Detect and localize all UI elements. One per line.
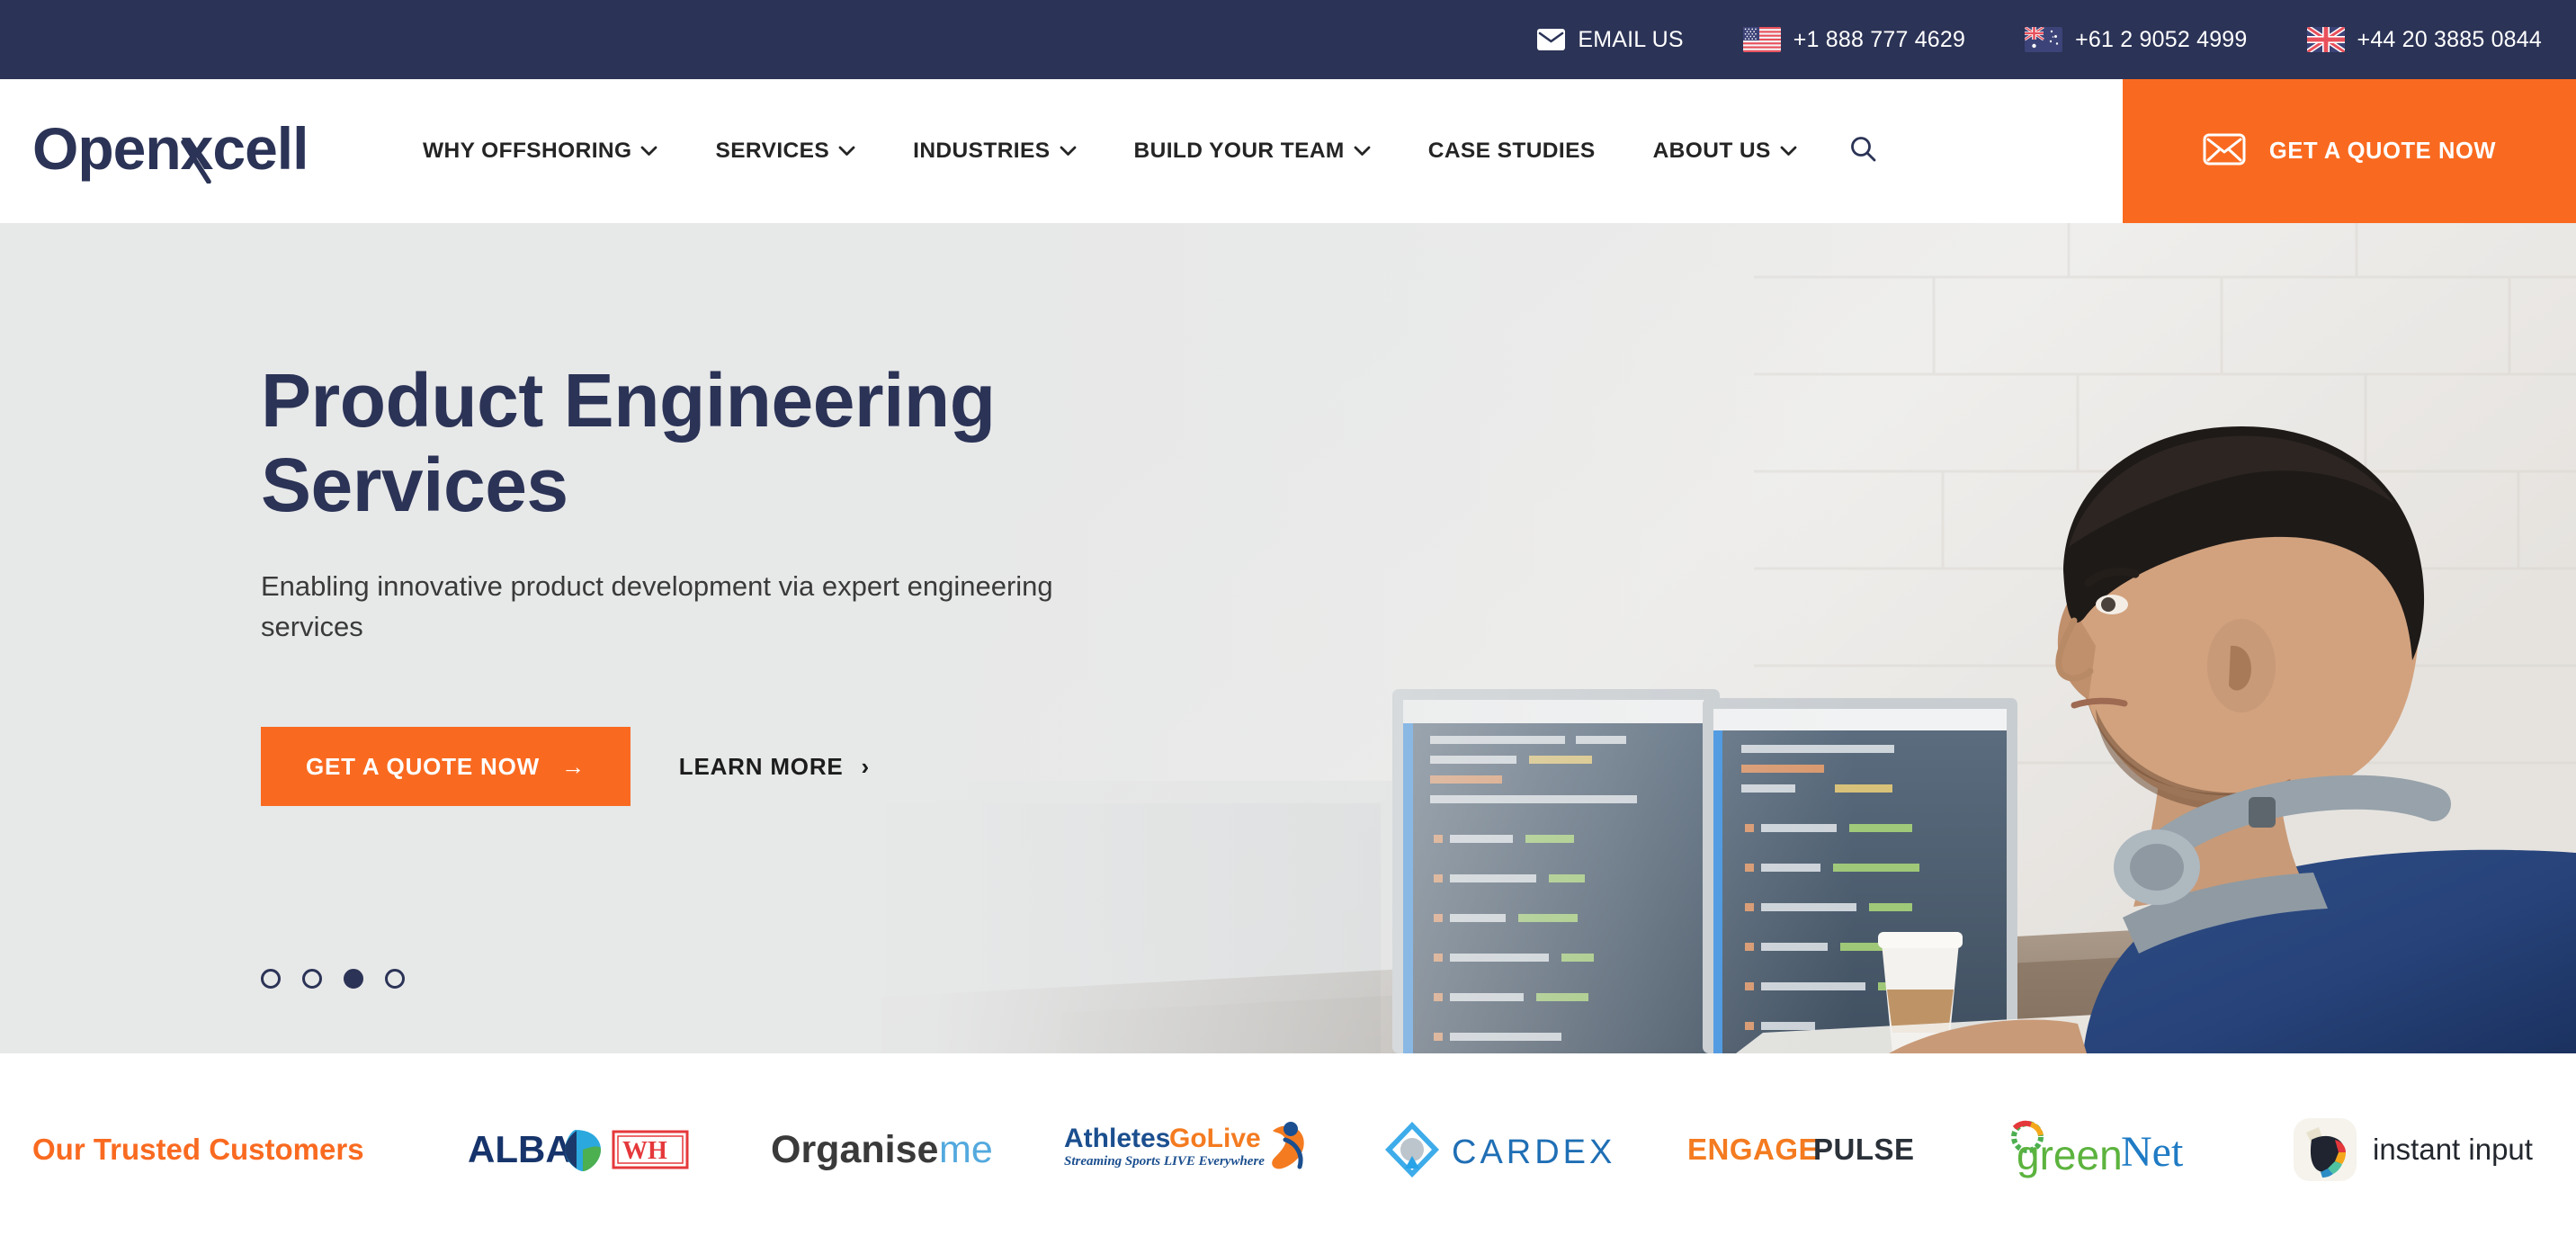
customer-logo-cardex[interactable]: CARDEX	[1348, 1096, 1655, 1204]
slider-dot-1[interactable]	[261, 969, 281, 989]
svg-text:me: me	[939, 1128, 993, 1171]
search-icon	[1849, 135, 1877, 167]
nav-label-why-offshoring: WHY OFFSHORING	[423, 139, 632, 163]
chevron-down-icon	[1060, 146, 1077, 157]
hero-content: Product Engineering Services Enabling in…	[0, 223, 2576, 807]
svg-text:ENGAGE: ENGAGE	[1687, 1133, 1819, 1166]
customer-logo-greennet[interactable]: green Net	[1962, 1096, 2268, 1204]
flag-au-icon	[2025, 27, 2063, 52]
customer-logo-athletesgolive[interactable]: Athletes GoLive Streaming Sports LIVE Ev…	[1041, 1096, 1347, 1204]
svg-text:green: green	[2017, 1132, 2123, 1178]
svg-text:WH: WH	[622, 1137, 667, 1165]
chevron-down-icon	[640, 146, 657, 157]
svg-text:CARDEX: CARDEX	[1452, 1133, 1615, 1171]
svg-text:Streaming Sports LIVE Everywhe: Streaming Sports LIVE Everywhere	[1064, 1154, 1265, 1169]
hero-learn-more-button[interactable]: LEARN MORE ›	[657, 727, 891, 806]
flag-uk-icon	[2306, 27, 2345, 52]
arrow-right-icon: →	[560, 752, 586, 780]
hero-subtitle: Enabling innovative product development …	[261, 570, 1053, 643]
header-cta-label: GET A QUOTE NOW	[2268, 138, 2497, 164]
search-button[interactable]	[1826, 135, 1901, 167]
envelope-icon	[1537, 29, 1566, 50]
top-contact-bar: EMAIL US +1 888 777 4629 +61 2 9052 4999…	[0, 0, 2576, 79]
hero-title-line-1: Product Engineering	[261, 358, 996, 443]
svg-text:Openxcell: Openxcell	[32, 119, 308, 182]
topbar-label-phone-us: +1 888 777 4629	[1793, 26, 1966, 52]
svg-text:instant input: instant input	[2373, 1133, 2533, 1166]
trusted-customers-strip: Our Trusted Customers ALBA WH Organise m…	[0, 1053, 2576, 1245]
nav-label-about-us: ABOUT US	[1652, 139, 1771, 163]
hero-primary-cta-label: GET A QUOTE NOW	[306, 752, 540, 780]
hero-get-a-quote-button[interactable]: GET A QUOTE NOW →	[261, 727, 631, 807]
topbar-item-phone-us[interactable]: +1 888 777 4629	[1742, 26, 1966, 52]
chevron-right-icon: ›	[861, 752, 871, 780]
nav-item-industries[interactable]: INDUSTRIES	[884, 139, 1105, 164]
chevron-down-icon	[1780, 146, 1797, 157]
nav-item-about-us[interactable]: ABOUT US	[1624, 139, 1826, 164]
hero-title-line-2: Services	[261, 443, 568, 528]
page-title: Product Engineering Services	[261, 358, 1178, 527]
main-navigation: WHY OFFSHORING SERVICES INDUSTRIES BUILD…	[347, 79, 2123, 223]
nav-item-why-offshoring[interactable]: WHY OFFSHORING	[394, 139, 686, 164]
topbar-item-phone-uk[interactable]: +44 20 3885 0844	[2306, 26, 2542, 52]
topbar-item-email-us[interactable]: EMAIL US	[1537, 26, 1684, 52]
hero-slider: Product Engineering Services Enabling in…	[0, 223, 2576, 1053]
customer-logo-alba[interactable]: ALBA WH	[427, 1096, 734, 1204]
customer-logo-engagepulse[interactable]: ENGAGE PULSE	[1655, 1096, 1962, 1204]
nav-label-case-studies: CASE STUDIES	[1427, 139, 1596, 163]
topbar-item-phone-au[interactable]: +61 2 9052 4999	[2025, 27, 2247, 52]
customer-logo-organiseme[interactable]: Organise me	[734, 1096, 1041, 1204]
header-get-a-quote-button[interactable]: GET A QUOTE NOW	[2123, 79, 2576, 223]
flag-us-icon	[1742, 27, 1781, 52]
site-logo[interactable]: Openxcell	[0, 79, 347, 223]
slider-dot-4[interactable]	[385, 969, 405, 989]
site-header: Openxcell WHY OFFSHORING SERVICES INDUST…	[0, 79, 2576, 223]
customer-logo-track: ALBA WH Organise me Athletes GoLive Stre…	[427, 1096, 2576, 1204]
nav-item-services[interactable]: SERVICES	[686, 139, 884, 164]
slider-dot-3[interactable]	[344, 969, 363, 989]
nav-label-build-your-team: BUILD YOUR TEAM	[1133, 139, 1345, 163]
hero-actions: GET A QUOTE NOW → LEARN MORE ›	[261, 727, 2576, 807]
slider-dot-2[interactable]	[302, 969, 322, 989]
chevron-down-icon	[1354, 146, 1371, 157]
chevron-down-icon	[838, 146, 855, 157]
svg-text:Organise: Organise	[771, 1128, 938, 1171]
nav-label-industries: INDUSTRIES	[913, 139, 1051, 163]
svg-text:PULSE: PULSE	[1813, 1133, 1915, 1166]
topbar-label-phone-uk: +44 20 3885 0844	[2357, 26, 2542, 52]
topbar-label-phone-au: +61 2 9052 4999	[2075, 26, 2248, 52]
svg-text:Net: Net	[2121, 1128, 2184, 1176]
envelope-outline-icon	[2203, 133, 2246, 170]
svg-text:GoLive: GoLive	[1169, 1124, 1261, 1153]
slider-pagination	[261, 969, 405, 989]
hero-secondary-cta-label: LEARN MORE	[678, 752, 844, 780]
trusted-customers-title: Our Trusted Customers	[32, 1132, 364, 1166]
nav-item-build-your-team[interactable]: BUILD YOUR TEAM	[1105, 139, 1400, 164]
topbar-label-email-us: EMAIL US	[1578, 26, 1684, 52]
nav-item-case-studies[interactable]: CASE STUDIES	[1400, 139, 1624, 164]
customer-logo-instant-input[interactable]: instant input	[2269, 1096, 2576, 1204]
nav-label-services: SERVICES	[715, 139, 830, 163]
svg-text:ALBA: ALBA	[468, 1128, 573, 1170]
svg-text:Athletes: Athletes	[1064, 1124, 1170, 1153]
